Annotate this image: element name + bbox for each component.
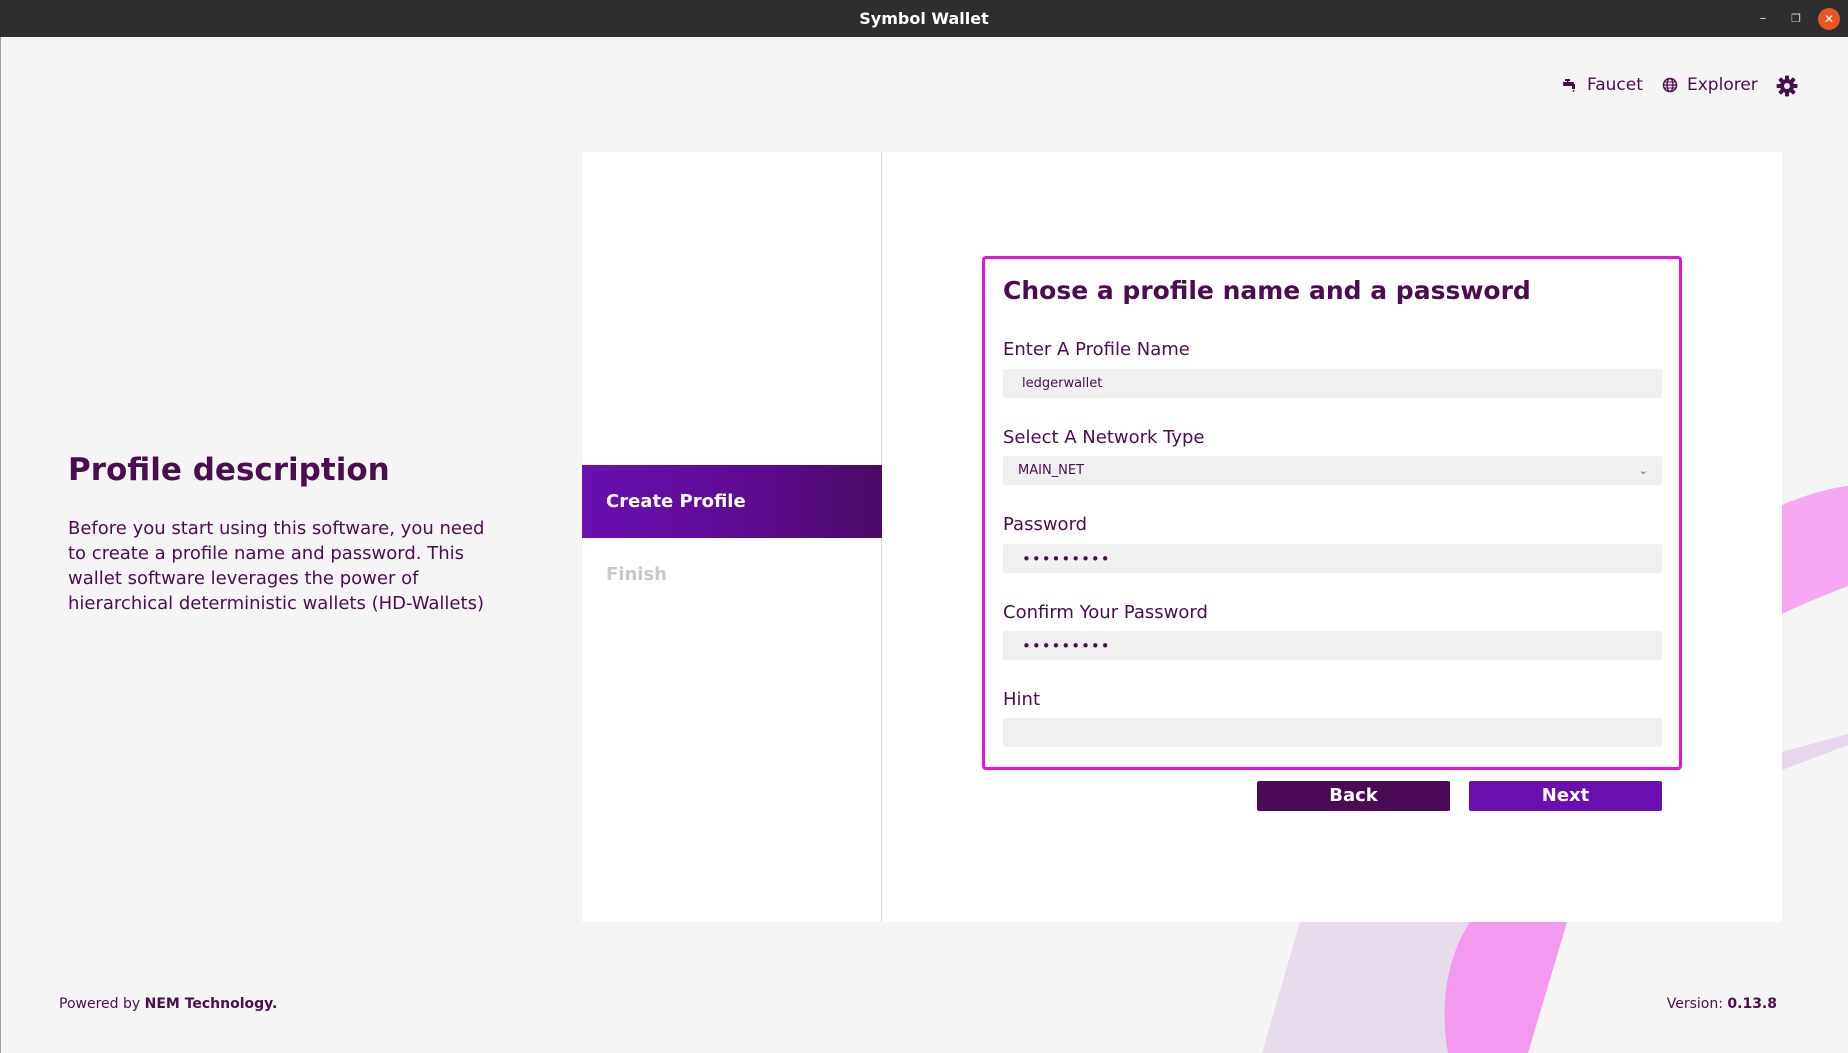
minimize-button[interactable]: – bbox=[1752, 8, 1774, 30]
powered-by-prefix: Powered by bbox=[59, 996, 141, 1012]
deco-shape-light bbox=[1262, 922, 1567, 1053]
version-info: Version: 0.13.8 bbox=[1667, 996, 1777, 1012]
step-create-profile[interactable]: Create Profile bbox=[582, 465, 882, 538]
title-bar: Symbol Wallet – ❐ ✕ bbox=[0, 0, 1848, 37]
window-border bbox=[0, 37, 1, 1053]
settings-button[interactable] bbox=[1776, 73, 1798, 99]
version-prefix: Version: bbox=[1666, 996, 1723, 1012]
confirm-password-input[interactable] bbox=[1003, 631, 1662, 660]
deco-shape-pink-bottom bbox=[1444, 922, 1567, 1053]
back-button[interactable]: Back bbox=[1257, 781, 1450, 811]
globe-icon bbox=[1662, 77, 1678, 93]
faucet-label: Faucet bbox=[1587, 75, 1643, 95]
window-title: Symbol Wallet bbox=[859, 9, 989, 28]
step-finish: Finish bbox=[606, 564, 667, 585]
faucet-link[interactable]: Faucet bbox=[1562, 72, 1643, 98]
chevron-down-icon: ⌄ bbox=[1638, 464, 1648, 477]
next-button[interactable]: Next bbox=[1469, 781, 1662, 811]
deco-shape-stripe-right bbox=[1782, 734, 1848, 770]
close-button[interactable]: ✕ bbox=[1818, 8, 1840, 30]
hint-input[interactable] bbox=[1003, 718, 1662, 747]
form-title: Chose a profile name and a password bbox=[1003, 276, 1531, 305]
hint-label: Hint bbox=[1003, 689, 1041, 710]
profile-form-box bbox=[982, 256, 1682, 770]
confirm-password-label: Confirm Your Password bbox=[1003, 602, 1208, 623]
deco-shape-pink-right bbox=[1782, 486, 1848, 614]
powered-by-brand-link[interactable]: NEM Technology. bbox=[145, 996, 278, 1012]
network-type-select[interactable]: MAIN_NET ⌄ bbox=[1003, 456, 1662, 485]
password-input[interactable] bbox=[1003, 544, 1662, 573]
version-number: 0.13.8 bbox=[1727, 996, 1777, 1012]
explorer-label: Explorer bbox=[1687, 75, 1758, 95]
faucet-icon bbox=[1562, 78, 1578, 92]
gear-icon bbox=[1776, 75, 1798, 97]
network-type-label: Select A Network Type bbox=[1003, 427, 1205, 448]
profile-name-label: Enter A Profile Name bbox=[1003, 339, 1190, 360]
explorer-link[interactable]: Explorer bbox=[1662, 72, 1758, 98]
profile-description-text: Before you start using this software, yo… bbox=[68, 518, 485, 614]
network-type-value: MAIN_NET bbox=[1018, 463, 1085, 478]
password-label: Password bbox=[1003, 514, 1088, 535]
steps-panel: Create Profile Finish bbox=[582, 152, 882, 922]
powered-by: Powered by NEM Technology. bbox=[59, 996, 277, 1012]
profile-description-title: Profile description bbox=[68, 452, 390, 488]
maximize-button[interactable]: ❐ bbox=[1785, 8, 1807, 30]
profile-name-input[interactable] bbox=[1003, 369, 1662, 398]
